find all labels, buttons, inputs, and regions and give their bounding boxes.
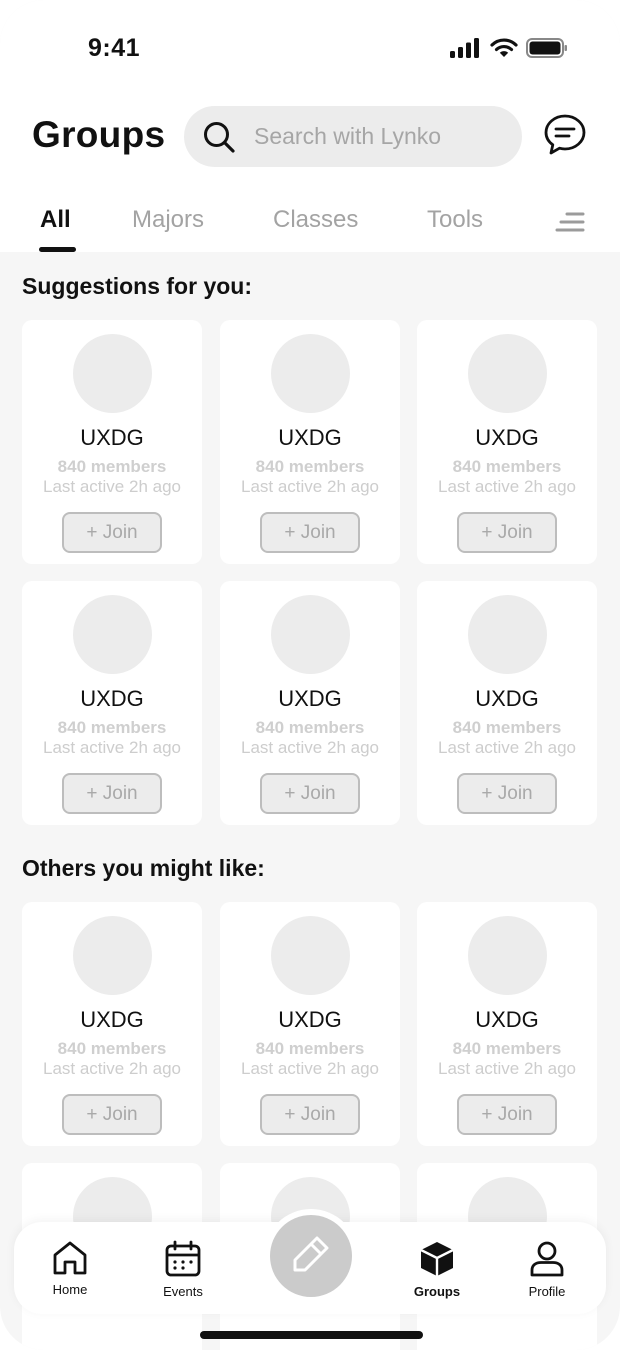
group-card[interactable]: UXDG 840 members Last active 2h ago + Jo… [22, 320, 202, 564]
join-button[interactable]: + Join [457, 1094, 557, 1135]
group-last-active: Last active 2h ago [241, 477, 379, 496]
group-card[interactable]: UXDG 840 members Last active 2h ago + Jo… [220, 581, 400, 825]
group-members-count: 840 members [452, 1039, 562, 1058]
category-tabs: All Majors Classes Tools [0, 198, 620, 252]
group-avatar [72, 334, 152, 413]
group-avatar [467, 595, 547, 674]
group-members-count: 840 members [452, 457, 562, 476]
group-avatar [467, 916, 547, 995]
nav-events-label: Events [163, 1284, 203, 1299]
nav-profile-label: Profile [528, 1284, 566, 1299]
tabs-more-button[interactable] [555, 210, 587, 234]
active-tab-indicator [39, 247, 76, 252]
battery-icon [526, 38, 568, 63]
group-name: UXDG [475, 425, 539, 450]
nav-home[interactable]: Home [25, 1240, 115, 1297]
group-card[interactable]: UXDG 840 members Last active 2h ago + Jo… [417, 902, 597, 1146]
wifi-icon [490, 38, 518, 63]
tab-classes[interactable]: Classes [273, 206, 358, 234]
tab-majors[interactable]: Majors [132, 206, 204, 234]
group-card[interactable]: UXDG 840 members Last active 2h ago + Jo… [22, 902, 202, 1146]
home-icon [25, 1240, 115, 1276]
group-name: UXDG [80, 425, 144, 450]
tab-all[interactable]: All [40, 206, 71, 234]
group-name: UXDG [475, 686, 539, 711]
suggestions-heading: Suggestions for you: [22, 273, 252, 299]
pencil-icon [289, 1232, 333, 1281]
group-avatar [270, 334, 350, 413]
signal-icon [450, 38, 482, 63]
group-last-active: Last active 2h ago [438, 738, 576, 757]
group-name: UXDG [80, 686, 144, 711]
group-name: UXDG [80, 1007, 144, 1032]
status-time: 9:41 [88, 34, 141, 62]
group-last-active: Last active 2h ago [43, 1059, 181, 1078]
phone-screen: 9:41 Groups Search with Lynko All Majors… [0, 0, 620, 1350]
join-button[interactable]: + Join [260, 1094, 360, 1135]
group-last-active: Last active 2h ago [241, 1059, 379, 1078]
group-last-active: Last active 2h ago [438, 477, 576, 496]
cube-icon [392, 1240, 482, 1278]
group-members-count: 840 members [452, 718, 562, 737]
group-card[interactable]: UXDG 840 members Last active 2h ago + Jo… [220, 320, 400, 564]
nav-groups[interactable]: Groups [392, 1240, 482, 1299]
group-card[interactable]: UXDG 840 members Last active 2h ago + Jo… [220, 902, 400, 1146]
group-name: UXDG [278, 686, 342, 711]
join-button[interactable]: + Join [62, 512, 162, 553]
group-avatar [270, 916, 350, 995]
group-last-active: Last active 2h ago [438, 1059, 576, 1078]
nav-groups-label: Groups [413, 1284, 461, 1299]
group-last-active: Last active 2h ago [43, 738, 181, 757]
group-members-count: 840 members [255, 457, 365, 476]
group-members-count: 840 members [57, 1039, 167, 1058]
group-members-count: 840 members [57, 457, 167, 476]
chat-bubble-icon [542, 112, 588, 163]
group-members-count: 840 members [255, 1039, 365, 1058]
join-button[interactable]: + Join [62, 773, 162, 814]
group-members-count: 840 members [255, 718, 365, 737]
tab-tools[interactable]: Tools [427, 206, 483, 234]
messages-button[interactable] [540, 112, 590, 162]
join-button[interactable]: + Join [62, 1094, 162, 1135]
status-icons [450, 38, 568, 63]
group-avatar [270, 595, 350, 674]
group-last-active: Last active 2h ago [241, 738, 379, 757]
join-button[interactable]: + Join [260, 773, 360, 814]
group-last-active: Last active 2h ago [43, 477, 181, 496]
group-card[interactable]: UXDG 840 members Last active 2h ago + Jo… [417, 581, 597, 825]
person-icon [502, 1240, 592, 1278]
create-post-button[interactable] [270, 1215, 352, 1297]
search-icon [202, 120, 236, 154]
home-indicator [200, 1331, 423, 1339]
nav-profile[interactable]: Profile [502, 1240, 592, 1299]
group-name: UXDG [278, 425, 342, 450]
search-input[interactable] [254, 123, 494, 150]
nav-events[interactable]: Events [138, 1240, 228, 1299]
calendar-icon [138, 1240, 228, 1278]
group-card[interactable]: UXDG 840 members Last active 2h ago + Jo… [417, 320, 597, 564]
search-bar[interactable] [184, 106, 522, 167]
group-avatar [72, 595, 152, 674]
group-name: UXDG [278, 1007, 342, 1032]
join-button[interactable]: + Join [457, 512, 557, 553]
others-heading: Others you might like: [22, 855, 265, 881]
page-title: Groups [32, 114, 166, 155]
nav-home-label: Home [52, 1282, 88, 1297]
group-avatar [72, 916, 152, 995]
menu-lines-icon [555, 212, 587, 238]
group-avatar [467, 334, 547, 413]
group-card[interactable]: UXDG 840 members Last active 2h ago + Jo… [22, 581, 202, 825]
join-button[interactable]: + Join [260, 512, 360, 553]
group-name: UXDG [475, 1007, 539, 1032]
group-members-count: 840 members [57, 718, 167, 737]
join-button[interactable]: + Join [457, 773, 557, 814]
